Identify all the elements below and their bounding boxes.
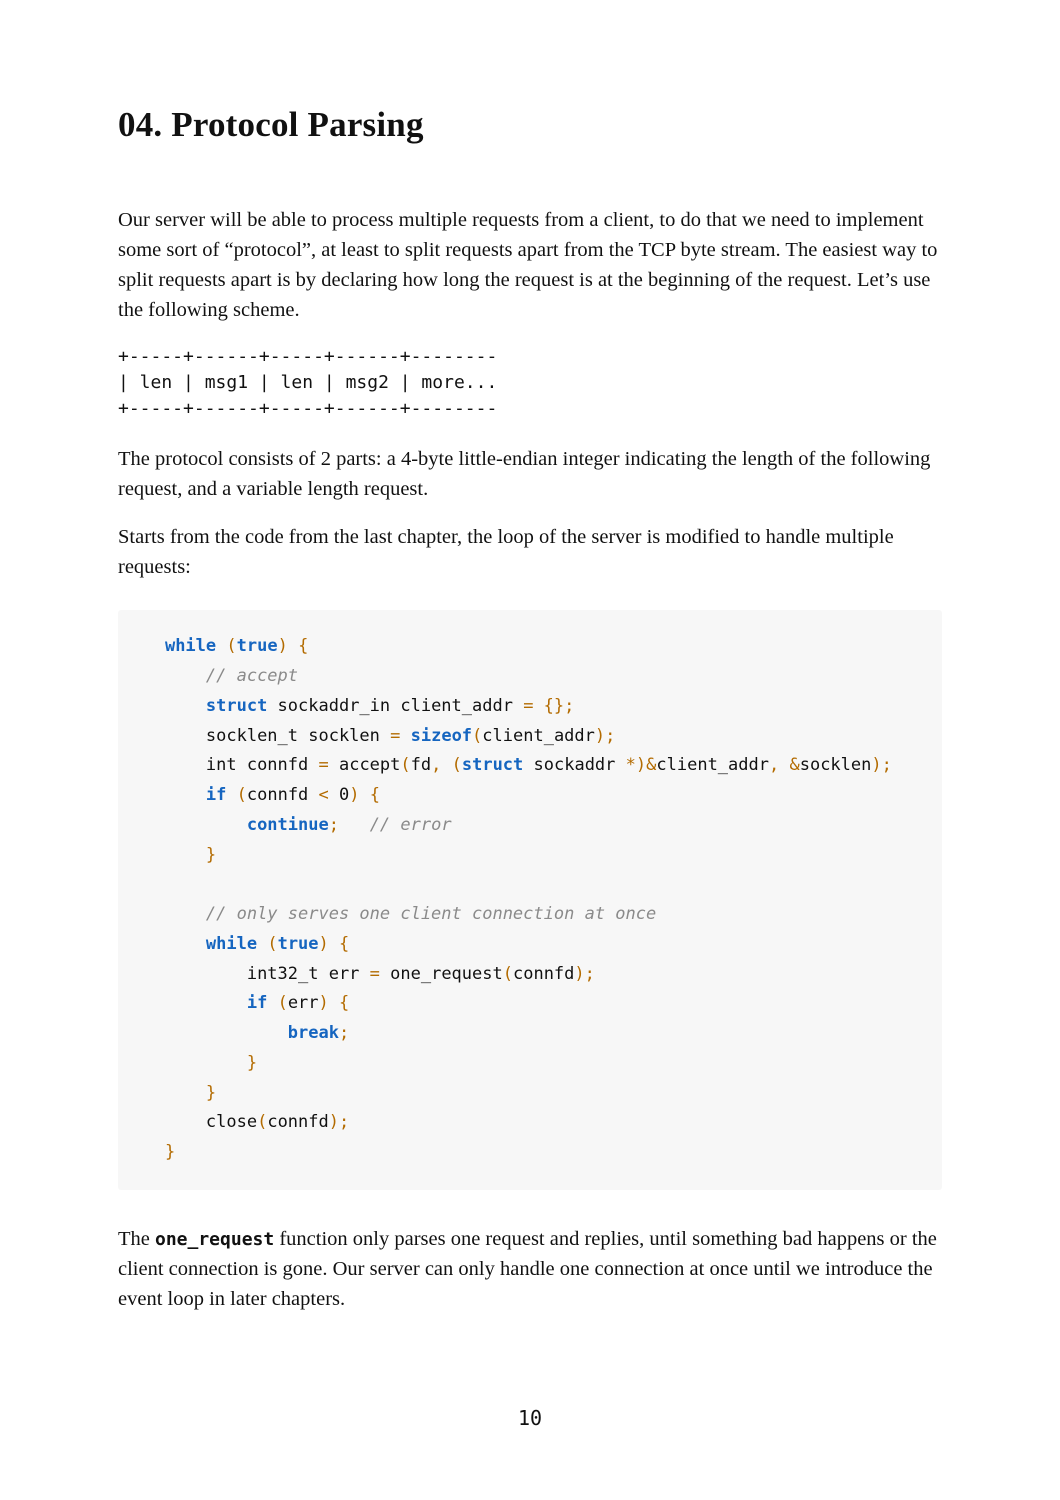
chapter-title: 04. Protocol Parsing [118, 105, 942, 145]
code-amp: & [789, 755, 799, 775]
code-kw-true: true [237, 636, 278, 656]
code-paren: ) [329, 1112, 339, 1132]
code-semi: ; [605, 726, 615, 746]
intro-paragraph-1: Our server will be able to process multi… [118, 205, 942, 326]
code-brace: } [206, 1083, 216, 1103]
code-op: = [318, 755, 328, 775]
code-paren: ( [472, 726, 482, 746]
code-brace: } [206, 845, 216, 865]
code-paren: ) [871, 755, 881, 775]
code-op: = [523, 696, 533, 716]
code-kw-while: while [206, 934, 257, 954]
code-text: client_addr [656, 755, 769, 775]
code-text: sockaddr_in client_addr [267, 696, 523, 716]
code-brace: } [554, 696, 564, 716]
code-brace: { [298, 636, 308, 656]
code-semi: ; [564, 696, 574, 716]
code-pre: while (true) { // accept struct sockaddr… [124, 632, 924, 1168]
code-comment-only: // only serves one client connection at … [206, 904, 656, 924]
code-paren: ( [503, 964, 513, 984]
page-number: 10 [0, 1406, 1060, 1430]
code-paren: ( [400, 755, 410, 775]
code-paren: ( [237, 785, 247, 805]
code-text: accept [329, 755, 401, 775]
outro-paragraph: The one_request function only parses one… [118, 1224, 942, 1314]
code-text: socklen [800, 755, 872, 775]
code-brace: { [339, 993, 349, 1013]
intro-paragraph-2: The protocol consists of 2 parts: a 4-by… [118, 444, 942, 504]
code-paren: ) [319, 993, 329, 1013]
code-text: int connfd [206, 755, 319, 775]
code-paren: ) [574, 964, 584, 984]
code-kw-struct: struct [206, 696, 267, 716]
code-paren: ( [257, 1112, 267, 1132]
ascii-diagram: +-----+------+-----+------+-------- | le… [118, 344, 942, 422]
code-paren: ) [595, 726, 605, 746]
code-text: close [206, 1112, 257, 1132]
code-brace: { [533, 696, 553, 716]
code-paren: ) [278, 636, 288, 656]
code-kw-break: break [288, 1023, 339, 1043]
code-kw-struct: struct [462, 755, 523, 775]
inline-code-one-request: one_request [155, 1229, 274, 1250]
code-paren: ) [319, 934, 329, 954]
code-comma: , [769, 755, 789, 775]
code-brace: } [247, 1053, 257, 1073]
code-text: 0 [329, 785, 349, 805]
code-semi: ; [339, 1023, 349, 1043]
code-op: = [370, 964, 380, 984]
code-block: while (true) { // accept struct sockaddr… [118, 610, 942, 1190]
code-semi: ; [339, 1112, 349, 1132]
code-amp: & [646, 755, 656, 775]
code-star: * [626, 755, 636, 775]
code-kw-true: true [278, 934, 319, 954]
code-brace: } [165, 1142, 175, 1162]
code-paren: ) [636, 755, 646, 775]
code-text: client_addr [482, 726, 595, 746]
code-text: err [288, 993, 319, 1013]
code-semi: ; [882, 755, 892, 775]
code-comment-accept: // accept [206, 666, 298, 686]
code-kw-while: while [165, 636, 216, 656]
code-text: sockaddr [523, 755, 625, 775]
page: 04. Protocol Parsing Our server will be … [0, 0, 1060, 1500]
code-kw-if: if [206, 785, 226, 805]
outro-pre: The [118, 1228, 155, 1250]
code-paren: ( [278, 993, 288, 1013]
code-semi: ; [329, 815, 339, 835]
code-brace: { [370, 785, 380, 805]
code-text: connfd [247, 785, 319, 805]
code-text: connfd [513, 964, 574, 984]
code-brace: { [339, 934, 349, 954]
code-kw-sizeof: sizeof [411, 726, 472, 746]
intro-paragraph-3: Starts from the code from the last chapt… [118, 522, 942, 582]
code-op: = [390, 726, 400, 746]
code-op: < [319, 785, 329, 805]
code-text: one_request [380, 964, 503, 984]
code-paren: ( [452, 755, 462, 775]
code-paren: ( [267, 934, 277, 954]
code-text: int32_t err [247, 964, 370, 984]
code-kw-continue: continue [247, 815, 329, 835]
code-semi: ; [585, 964, 595, 984]
code-text: socklen_t socklen [206, 726, 390, 746]
code-text: connfd [267, 1112, 328, 1132]
code-paren: ( [226, 636, 236, 656]
code-kw-if: if [247, 993, 267, 1013]
code-comment-error: // error [370, 815, 452, 835]
code-comma: , [431, 755, 451, 775]
code-paren: ) [349, 785, 359, 805]
code-text: fd [411, 755, 431, 775]
